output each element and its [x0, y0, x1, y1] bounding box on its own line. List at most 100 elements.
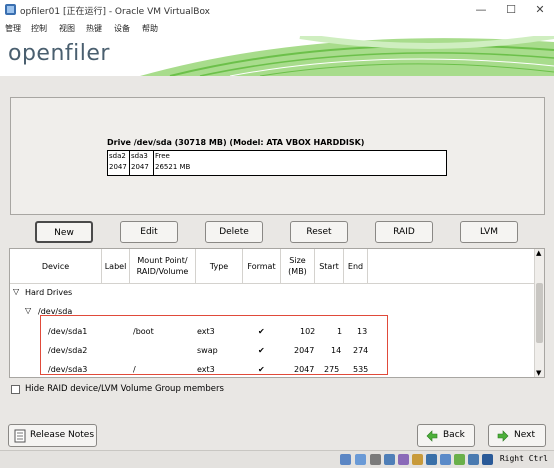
- table-row[interactable]: /dev/sda3 / ext3 ✔ 2047 275 535: [10, 361, 535, 377]
- scrollbar-thumb[interactable]: [536, 283, 543, 343]
- segment-name: Free: [155, 152, 170, 160]
- cell-device: /dev/sda3: [48, 365, 88, 374]
- disk-partition-bar: sda2 2047 sda3 2047 Free 26521 MB: [107, 150, 447, 176]
- new-button[interactable]: New: [35, 221, 93, 243]
- cell-end: 274: [353, 346, 369, 355]
- tree-label: /dev/sda: [38, 307, 73, 316]
- next-button[interactable]: Next: [488, 424, 546, 447]
- segment-size: 2047: [109, 163, 127, 171]
- cell-device: /dev/sda1: [48, 327, 88, 336]
- header-label[interactable]: Label: [102, 249, 130, 284]
- cell-type: swap: [197, 346, 218, 355]
- table-row[interactable]: /dev/sda2 swap ✔ 2047 14 274: [10, 342, 535, 361]
- minimize-button[interactable]: —: [474, 3, 488, 17]
- hide-raid-label: Hide RAID device/LVM Volume Group member…: [25, 384, 224, 394]
- shared-folders-status-icon[interactable]: [412, 454, 423, 465]
- keyboard-status-icon[interactable]: [482, 454, 493, 465]
- cell-device: /dev/sda2: [48, 346, 88, 355]
- cell-mount: /boot: [133, 327, 154, 336]
- menu-control[interactable]: 控制: [31, 23, 47, 34]
- menu-bar: 管理 控制 视图 热键 设备 帮助: [0, 21, 554, 36]
- usb-status-icon[interactable]: [398, 454, 409, 465]
- cell-size: 2047: [294, 346, 315, 355]
- tree-row-hard-drives[interactable]: ▽ Hard Drives: [10, 284, 535, 303]
- host-key-label: Right Ctrl: [499, 454, 548, 463]
- audio-status-icon[interactable]: [370, 454, 381, 465]
- tree-label: Hard Drives: [25, 288, 73, 297]
- segment-size: 2047: [131, 163, 149, 171]
- format-check-icon: ✔: [258, 327, 265, 336]
- mouse-integration-status-icon[interactable]: [468, 454, 479, 465]
- cell-start: 1: [337, 327, 343, 336]
- disk-segment[interactable]: sda3 2047: [130, 151, 154, 175]
- delete-button[interactable]: Delete: [205, 221, 263, 243]
- cell-start: 275: [324, 365, 340, 374]
- maximize-button[interactable]: ☐: [504, 3, 518, 17]
- menu-manage[interactable]: 管理: [5, 23, 21, 34]
- expander-down-icon[interactable]: ▽: [25, 306, 31, 315]
- scroll-down-icon[interactable]: ▼: [536, 369, 541, 377]
- cell-type: ext3: [197, 327, 215, 336]
- cell-end: 13: [357, 327, 368, 336]
- menu-view[interactable]: 视图: [59, 23, 75, 34]
- virtualbox-app-icon: [5, 4, 16, 15]
- header-filler: [368, 249, 535, 284]
- back-arrow-icon: [426, 430, 438, 442]
- table-scrollbar[interactable]: ▲ ▼: [534, 249, 544, 377]
- window-title: opfiler01 [正在运行] - Oracle VM VirtualBox: [20, 7, 210, 17]
- disk-segment-free[interactable]: Free 26521 MB: [154, 151, 446, 175]
- optical-drive-status-icon[interactable]: [355, 454, 366, 465]
- network-status-icon[interactable]: [384, 454, 395, 465]
- next-label: Next: [514, 430, 535, 440]
- back-button[interactable]: Back: [417, 424, 475, 447]
- header-end[interactable]: End: [344, 249, 368, 284]
- menu-devices[interactable]: 设备: [114, 23, 130, 34]
- partition-table: Device Label Mount Point/ RAID/Volume Ty…: [9, 248, 545, 378]
- notes-icon: [14, 429, 26, 443]
- header-format[interactable]: Format: [243, 249, 281, 284]
- release-notes-button[interactable]: Release Notes: [8, 424, 97, 447]
- cell-mount: /: [133, 365, 136, 374]
- table-row[interactable]: /dev/sda1 /boot ext3 ✔ 102 1 13: [10, 323, 535, 342]
- header-device[interactable]: Device: [10, 249, 102, 284]
- disk-segment[interactable]: sda2 2047: [108, 151, 130, 175]
- next-arrow-icon: [497, 430, 509, 442]
- back-label: Back: [443, 430, 465, 440]
- header-start[interactable]: Start: [315, 249, 344, 284]
- expander-down-icon[interactable]: ▽: [13, 287, 19, 296]
- drive-label: Drive /dev/sda (30718 MB) (Model: ATA VB…: [107, 138, 365, 147]
- vm-display[interactable]: openfiler Drive /dev/sda (30718 MB) (Mod…: [0, 36, 554, 450]
- raid-button[interactable]: RAID: [375, 221, 433, 243]
- cell-type: ext3: [197, 365, 215, 374]
- openfiler-banner: openfiler: [0, 36, 554, 76]
- edit-button[interactable]: Edit: [120, 221, 178, 243]
- cpu-status-icon[interactable]: [454, 454, 465, 465]
- hide-raid-checkbox[interactable]: [11, 385, 20, 394]
- menu-help[interactable]: 帮助: [142, 23, 158, 34]
- release-notes-label: Release Notes: [30, 430, 95, 440]
- cell-size: 102: [300, 327, 316, 336]
- header-type[interactable]: Type: [196, 249, 243, 284]
- format-check-icon: ✔: [258, 346, 265, 355]
- cell-size: 2047: [294, 365, 315, 374]
- display-status-icon[interactable]: [426, 454, 437, 465]
- segment-name: sda2: [109, 152, 126, 160]
- segment-name: sda3: [131, 152, 148, 160]
- disk-layout-panel: Drive /dev/sda (30718 MB) (Model: ATA VB…: [10, 97, 545, 215]
- format-check-icon: ✔: [258, 365, 265, 374]
- header-mount-point[interactable]: Mount Point/ RAID/Volume: [130, 249, 196, 284]
- tree-row-disk[interactable]: ▽ /dev/sda: [10, 303, 535, 322]
- video-capture-status-icon[interactable]: [440, 454, 451, 465]
- segment-size: 26521 MB: [155, 163, 191, 171]
- cell-end: 535: [353, 365, 369, 374]
- openfiler-logo: openfiler: [8, 41, 110, 66]
- menu-hotkey[interactable]: 热键: [86, 23, 102, 34]
- scroll-up-icon[interactable]: ▲: [536, 249, 541, 257]
- reset-button[interactable]: Reset: [290, 221, 348, 243]
- vbox-status-bar: Right Ctrl: [0, 450, 554, 468]
- hard-disk-status-icon[interactable]: [340, 454, 351, 465]
- close-button[interactable]: ✕: [533, 3, 547, 17]
- lvm-button[interactable]: LVM: [460, 221, 518, 243]
- header-size[interactable]: Size (MB): [281, 249, 315, 284]
- window-titlebar: opfiler01 [正在运行] - Oracle VM VirtualBox …: [0, 0, 554, 21]
